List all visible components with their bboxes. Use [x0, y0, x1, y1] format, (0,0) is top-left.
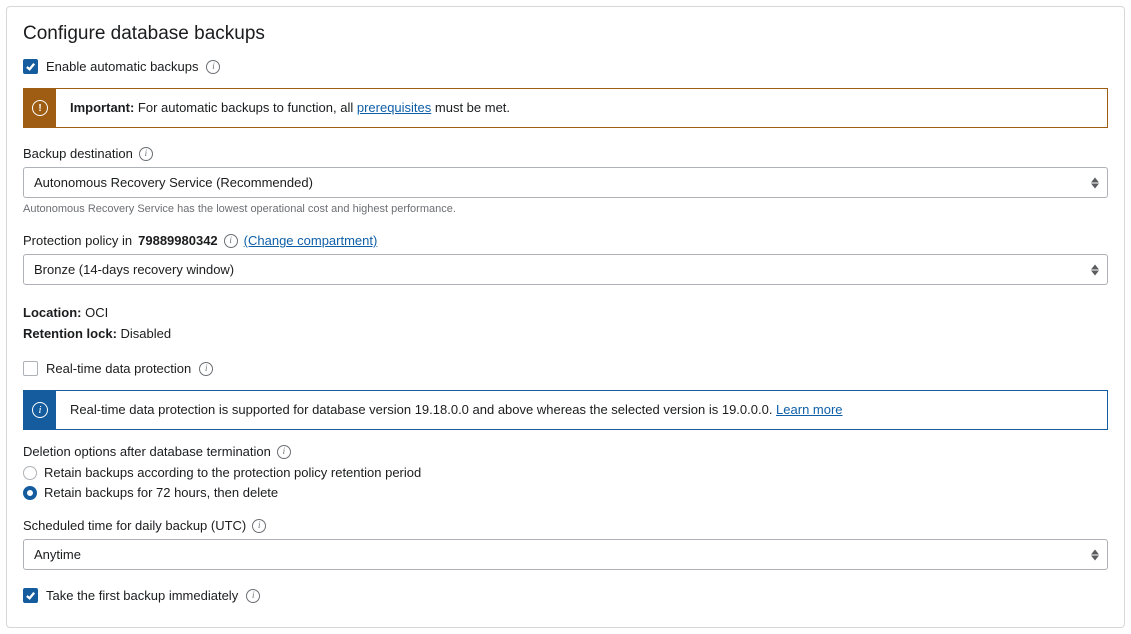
location-label: Location:: [23, 305, 82, 320]
realtime-info-body: Real-time data protection is supported f…: [56, 391, 1107, 429]
enable-automatic-backups-checkbox[interactable]: [23, 59, 38, 74]
deletion-option-2-label: Retain backups for 72 hours, then delete: [44, 485, 278, 500]
location-retention-group: Location: OCI Retention lock: Disabled: [23, 305, 1108, 341]
scheduled-time-value: Anytime: [34, 547, 81, 562]
info-icon[interactable]: [139, 147, 153, 161]
scheduled-time-label: Scheduled time for daily backup (UTC): [23, 518, 246, 533]
chevron-updown-icon: [1091, 177, 1099, 188]
backup-destination-label-row: Backup destination: [23, 146, 1108, 161]
scheduled-time-label-row: Scheduled time for daily backup (UTC): [23, 518, 1108, 533]
protection-policy-label-prefix: Protection policy in: [23, 233, 132, 248]
deletion-options-radio-group: Retain backups according to the protecti…: [23, 465, 1108, 500]
deletion-option-2-radio[interactable]: [23, 486, 37, 500]
realtime-protection-checkbox[interactable]: [23, 361, 38, 376]
protection-policy-value: Bronze (14-days recovery window): [34, 262, 234, 277]
alert-info-icon-box: [24, 391, 56, 429]
info-icon[interactable]: [199, 362, 213, 376]
realtime-protection-row: Real-time data protection: [23, 361, 1108, 376]
important-alert-body: Important: For automatic backups to func…: [56, 89, 1107, 127]
realtime-info-alert: Real-time data protection is supported f…: [23, 390, 1108, 430]
realtime-info-text: Real-time data protection is supported f…: [70, 402, 776, 417]
important-prefix: Important:: [70, 100, 134, 115]
backup-destination-helper: Autonomous Recovery Service has the lowe…: [23, 203, 1108, 215]
deletion-option-1-row: Retain backups according to the protecti…: [23, 465, 1108, 480]
first-backup-label: Take the first backup immediately: [46, 588, 238, 603]
protection-policy-compartment: 79889980342: [138, 233, 218, 248]
info-icon[interactable]: [277, 445, 291, 459]
deletion-option-1-label: Retain backups according to the protecti…: [44, 465, 421, 480]
info-icon[interactable]: [252, 519, 266, 533]
chevron-updown-icon: [1091, 549, 1099, 560]
scheduled-time-select[interactable]: Anytime: [23, 539, 1108, 570]
location-line: Location: OCI: [23, 305, 1108, 320]
protection-policy-label-row: Protection policy in 79889980342 (Change…: [23, 233, 1108, 248]
important-text-before: For automatic backups to function, all: [134, 100, 357, 115]
backup-destination-label: Backup destination: [23, 146, 133, 161]
deletion-options-label: Deletion options after database terminat…: [23, 444, 271, 459]
alert-warn-icon-box: [24, 89, 56, 127]
important-text-after: must be met.: [431, 100, 510, 115]
important-alert: Important: For automatic backups to func…: [23, 88, 1108, 128]
info-icon[interactable]: [224, 234, 238, 248]
deletion-options-label-row: Deletion options after database terminat…: [23, 444, 1108, 459]
enable-automatic-backups-row: Enable automatic backups: [23, 59, 1108, 74]
exclamation-icon: [32, 100, 48, 116]
protection-policy-select[interactable]: Bronze (14-days recovery window): [23, 254, 1108, 285]
location-value: OCI: [85, 305, 108, 320]
info-icon[interactable]: [206, 60, 220, 74]
retention-lock-label: Retention lock:: [23, 326, 117, 341]
first-backup-row: Take the first backup immediately: [23, 588, 1108, 603]
info-circle-icon: [32, 402, 48, 418]
enable-automatic-backups-label: Enable automatic backups: [46, 59, 198, 74]
backup-destination-select[interactable]: Autonomous Recovery Service (Recommended…: [23, 167, 1108, 198]
retention-lock-value: Disabled: [121, 326, 172, 341]
change-compartment-link[interactable]: (Change compartment): [244, 233, 378, 248]
deletion-option-1-radio[interactable]: [23, 466, 37, 480]
chevron-updown-icon: [1091, 264, 1099, 275]
info-icon[interactable]: [246, 589, 260, 603]
retention-lock-line: Retention lock: Disabled: [23, 326, 1108, 341]
learn-more-link[interactable]: Learn more: [776, 402, 842, 417]
backup-destination-value: Autonomous Recovery Service (Recommended…: [34, 175, 313, 190]
deletion-option-2-row: Retain backups for 72 hours, then delete: [23, 485, 1108, 500]
first-backup-checkbox[interactable]: [23, 588, 38, 603]
prerequisites-link[interactable]: prerequisites: [357, 100, 431, 115]
realtime-protection-label: Real-time data protection: [46, 361, 191, 376]
page-title: Configure database backups: [23, 23, 1108, 45]
configure-backups-panel: Configure database backups Enable automa…: [6, 6, 1125, 628]
